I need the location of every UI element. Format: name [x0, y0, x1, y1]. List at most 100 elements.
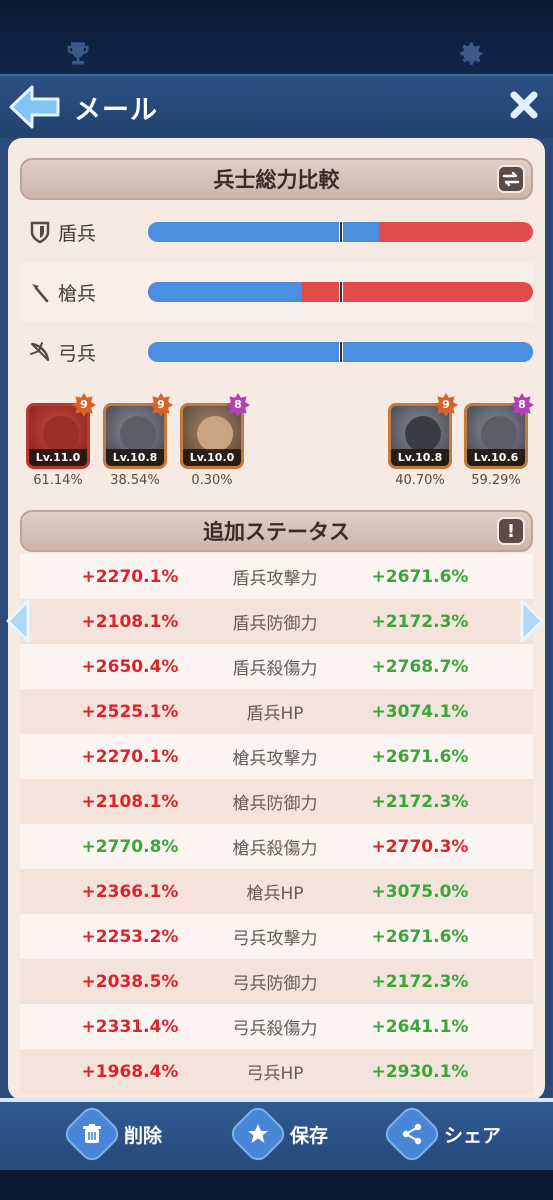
swap-button[interactable]: [497, 165, 525, 193]
stat-name: 弓兵HP: [246, 1064, 304, 1084]
trophy-icon[interactable]: [64, 40, 92, 68]
share-icon: [402, 1123, 422, 1145]
hero-portrait: Lv.10.8: [388, 403, 452, 469]
stat-name: 槍兵殺傷力: [232, 839, 318, 859]
stat-name: 槍兵HP: [246, 884, 304, 904]
hero-right-1[interactable]: Lv.10.8 9 40.70%: [388, 393, 458, 488]
stat-row: +2270.1% 槍兵攻撃力 +2671.6%: [20, 734, 533, 779]
exclamation-icon: !: [506, 520, 516, 542]
delete-button[interactable]: 削除: [60, 1102, 163, 1166]
report-card: 兵士総力比較 盾兵 槍兵 弓兵 Lv.11.0 9 61.14% Lv.10.8…: [8, 138, 545, 1100]
stat-row: +2366.1% 槍兵HP +3075.0%: [20, 869, 533, 914]
power-compare-header: 兵士総力比較: [20, 158, 533, 200]
spear-icon: [32, 284, 49, 303]
stat-right-value: +2641.1%: [371, 1016, 469, 1037]
save-button[interactable]: 保存: [226, 1102, 328, 1166]
back-arrow-icon[interactable]: [8, 84, 62, 130]
stat-left-value: +2270.1%: [81, 566, 179, 587]
next-arrow-icon[interactable]: [516, 598, 546, 644]
stat-right-value: +2172.3%: [371, 791, 469, 812]
troop-label-shield: 盾兵: [58, 222, 97, 245]
stat-left-value: +2108.1%: [81, 791, 179, 812]
hero-percent: 40.70%: [395, 473, 445, 488]
stat-row: +2270.1% 盾兵攻撃力 +2671.6%: [20, 554, 533, 599]
hero-percent: 38.54%: [110, 473, 160, 488]
bar-midline: [339, 282, 343, 302]
stat-name: 盾兵殺傷力: [232, 659, 318, 679]
power-bar-fill: [148, 282, 302, 302]
star-badge-icon: 8: [226, 393, 250, 417]
hero-level: Lv.10.0: [183, 449, 241, 466]
star-icon-frame: [226, 1102, 290, 1166]
power-bar-spear: [148, 282, 533, 302]
stat-row: +2108.1% 盾兵防御力 +2172.3%: [20, 599, 533, 644]
power-row-bow: 弓兵: [20, 322, 533, 382]
star-badge-icon: 8: [510, 393, 534, 417]
stat-right-value: +2930.1%: [371, 1061, 469, 1082]
stat-right-value: +2770.3%: [371, 836, 469, 857]
delete-label: 削除: [124, 1124, 163, 1147]
hero-portrait: Lv.10.8: [103, 403, 167, 469]
swap-icon: [502, 171, 520, 187]
hero-portrait: Lv.11.0: [26, 403, 90, 469]
star-badge-icon: 9: [149, 393, 173, 417]
bottom-strip: [0, 1170, 553, 1200]
stat-right-value: +2172.3%: [371, 971, 469, 992]
hero-level: Lv.10.8: [391, 449, 449, 466]
gear-icon[interactable]: [458, 40, 486, 68]
hero-avatar: [405, 416, 441, 452]
hero-left-3[interactable]: Lv.10.0 8 0.30%: [180, 393, 250, 488]
info-button[interactable]: !: [497, 517, 525, 545]
stat-left-value: +2270.1%: [81, 746, 179, 767]
share-button[interactable]: シェア: [380, 1102, 501, 1166]
hero-right-2[interactable]: Lv.10.6 8 59.29%: [464, 393, 534, 488]
stat-right-value: +3075.0%: [371, 881, 469, 902]
hero-left-2[interactable]: Lv.10.8 9 38.54%: [103, 393, 173, 488]
trash-icon-frame: [60, 1102, 124, 1166]
stat-row: +2650.4% 盾兵殺傷力 +2768.7%: [20, 644, 533, 689]
stat-left-value: +2108.1%: [81, 611, 179, 632]
bar-midline: [339, 342, 343, 362]
shield-icon: [30, 221, 50, 244]
stat-left-value: +2770.8%: [81, 836, 179, 857]
stat-left-value: +2331.4%: [81, 1016, 179, 1037]
stat-name: 盾兵防御力: [232, 614, 318, 634]
stat-name: 盾兵HP: [246, 704, 304, 724]
stat-row: +1968.4% 弓兵HP +2930.1%: [20, 1049, 533, 1094]
stat-name: 槍兵防御力: [232, 794, 318, 814]
power-bar-shield: [148, 222, 533, 242]
close-icon[interactable]: [509, 90, 539, 120]
hero-left-1[interactable]: Lv.11.0 9 61.14%: [26, 393, 96, 488]
stat-name: 盾兵攻撃力: [232, 569, 318, 589]
troop-label-bow: 弓兵: [58, 342, 97, 365]
stat-right-value: +2172.3%: [371, 611, 469, 632]
stat-left-value: +1968.4%: [81, 1061, 179, 1082]
hero-percent: 61.14%: [33, 473, 83, 488]
header: メール: [0, 74, 553, 138]
bar-midline: [339, 222, 343, 242]
stat-name: 弓兵殺傷力: [232, 1019, 318, 1039]
share-icon-frame: [380, 1102, 444, 1166]
hero-percent: 59.29%: [471, 473, 521, 488]
stat-name: 槍兵攻撃力: [232, 749, 318, 769]
hero-level: Lv.10.6: [467, 449, 525, 466]
stat-row: +2331.4% 弓兵殺傷力 +2641.1%: [20, 1004, 533, 1049]
star-badge-icon: 9: [72, 393, 96, 417]
stat-left-value: +2650.4%: [81, 656, 179, 677]
power-bar-fill: [148, 222, 379, 242]
bow-icon: [30, 342, 50, 361]
stat-row: +2770.8% 槍兵殺傷力 +2770.3%: [20, 824, 533, 869]
hero-percent: 0.30%: [191, 473, 233, 488]
stat-name: 弓兵防御力: [232, 974, 318, 994]
top-bar: [0, 0, 553, 74]
stat-right-value: +2671.6%: [371, 566, 469, 587]
hero-portrait: Lv.10.6: [464, 403, 528, 469]
stat-row: +2108.1% 槍兵防御力 +2172.3%: [20, 779, 533, 824]
prev-arrow-icon[interactable]: [4, 598, 34, 644]
hero-avatar: [43, 416, 79, 452]
extra-stats-header: 追加ステータス !: [20, 510, 533, 552]
power-bar-bow: [148, 342, 533, 362]
hero-level: Lv.11.0: [29, 449, 87, 466]
trash-icon: [83, 1124, 101, 1143]
troop-label-spear: 槍兵: [58, 282, 97, 305]
